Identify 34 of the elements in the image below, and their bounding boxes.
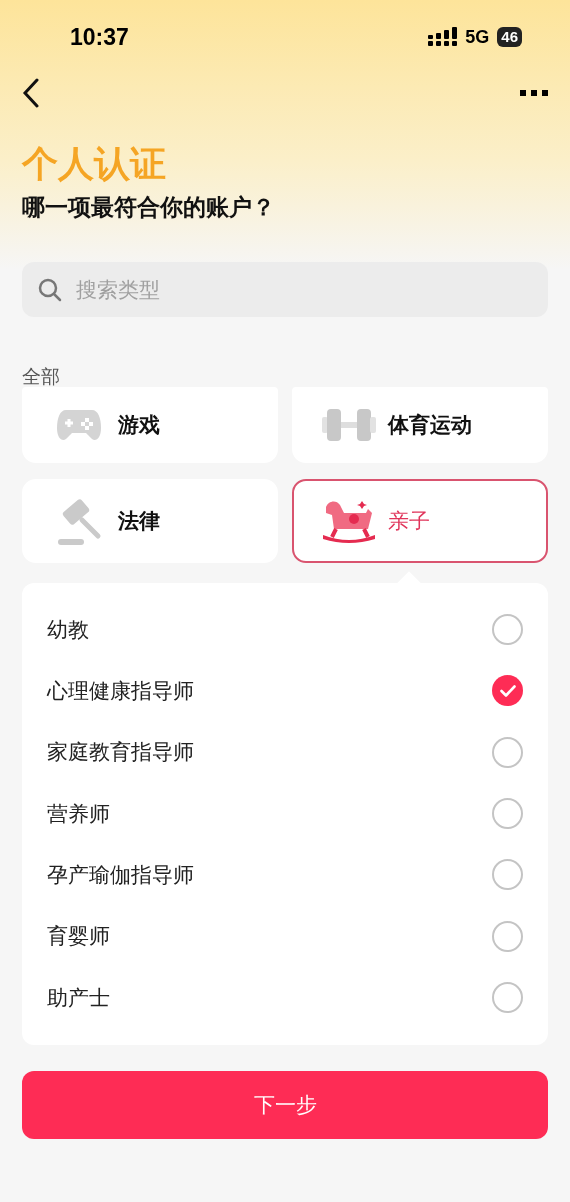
more-icon[interactable] bbox=[520, 90, 548, 96]
category-card[interactable]: 游戏 bbox=[22, 387, 278, 463]
check-icon bbox=[499, 684, 516, 697]
radio-button[interactable] bbox=[492, 981, 523, 1013]
option-row[interactable]: 营养师 bbox=[22, 782, 548, 845]
category-card[interactable]: 体育运动 bbox=[292, 387, 548, 463]
option-row[interactable]: 孕产瑜伽指导师 bbox=[22, 844, 548, 906]
option-row[interactable]: 家庭教育指导师 bbox=[22, 721, 548, 783]
dumbbell-icon bbox=[322, 409, 376, 441]
search-icon bbox=[38, 278, 62, 302]
radio-button[interactable] bbox=[492, 614, 523, 646]
option-row[interactable]: 育婴师 bbox=[22, 905, 548, 967]
radio-button[interactable] bbox=[492, 798, 523, 830]
network-label: 5G bbox=[465, 25, 490, 49]
checked-radio[interactable] bbox=[492, 675, 523, 707]
search-field[interactable]: 搜索类型 bbox=[22, 262, 548, 317]
signal-icon bbox=[428, 27, 458, 47]
category-card[interactable]: 亲子 bbox=[292, 479, 548, 563]
status-time: 10:37 bbox=[70, 22, 129, 52]
back-icon[interactable] bbox=[22, 78, 40, 108]
option-row[interactable]: 幼教 bbox=[22, 599, 548, 661]
gavel-icon bbox=[56, 496, 102, 546]
section-label: 全部 bbox=[21, 365, 61, 389]
page-title: 个人认证 bbox=[22, 142, 167, 186]
page-subtitle: 哪一项最符合你的账户？ bbox=[22, 193, 276, 222]
option-row[interactable]: 助产士 bbox=[22, 966, 548, 1029]
next-button[interactable]: 下一步 bbox=[22, 1071, 548, 1139]
rocking-horse-icon bbox=[322, 499, 376, 543]
option-row[interactable]: 心理健康指导师 bbox=[22, 660, 548, 722]
radio-button[interactable] bbox=[492, 920, 523, 952]
category-card[interactable]: 法律 bbox=[22, 479, 278, 563]
radio-button[interactable] bbox=[492, 736, 523, 768]
battery-indicator: 46 bbox=[497, 27, 522, 47]
radio-button[interactable] bbox=[492, 859, 523, 891]
